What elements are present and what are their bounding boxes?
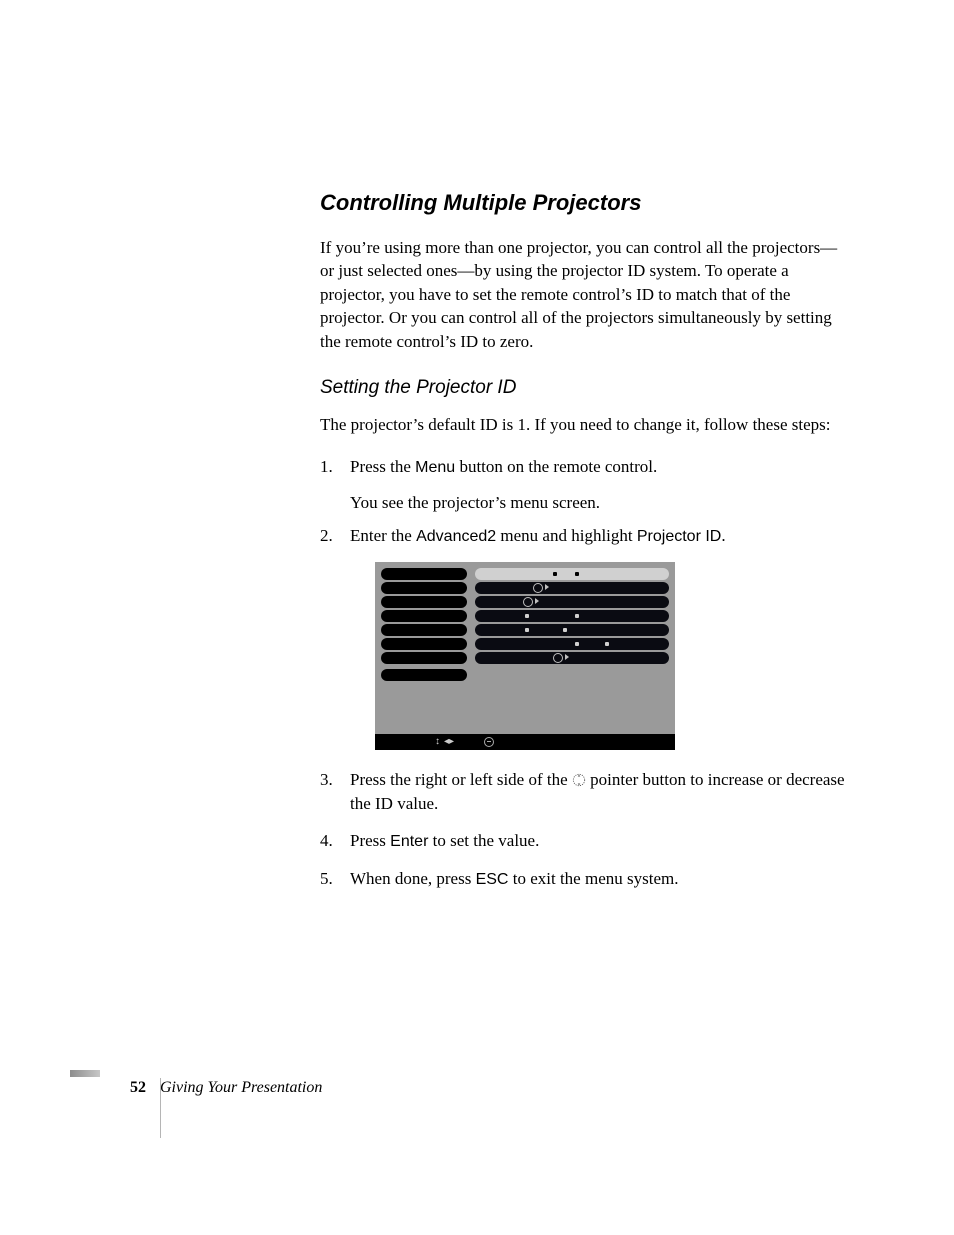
slider-dot-icon	[575, 642, 579, 646]
step-body: Press the right or left side of the poin…	[350, 768, 850, 815]
arrow-right-icon	[535, 598, 539, 604]
section-heading: Controlling Multiple Projectors	[320, 190, 850, 216]
slider-dot-icon	[525, 628, 529, 632]
footer-accent-bar	[70, 1070, 100, 1077]
projector-id-label: Projector ID	[637, 528, 721, 545]
menu-left-column	[381, 568, 467, 734]
pointer-button-icon	[572, 773, 586, 787]
page-content: Controlling Multiple Projectors If you’r…	[320, 190, 850, 895]
slider-dot-icon	[553, 572, 557, 576]
menu-row	[475, 596, 669, 608]
step-text: Press the	[350, 457, 415, 476]
step-text: .	[721, 526, 725, 545]
step-1: 1. Press the Menu button on the remote c…	[320, 455, 850, 479]
arrow-right-icon	[565, 654, 569, 660]
enter-icon	[553, 653, 563, 663]
menu-row	[475, 638, 669, 650]
slider-dot-icon	[575, 614, 579, 618]
chapter-title: Giving Your Presentation	[160, 1079, 322, 1097]
step-text: to set the value.	[428, 831, 539, 850]
menu-left-item	[381, 652, 467, 664]
menu-left-item	[381, 624, 467, 636]
advanced2-label: Advanced2	[416, 528, 496, 545]
step-text: button on the remote control.	[455, 457, 657, 476]
step-number: 1.	[320, 455, 350, 479]
step-number: 2.	[320, 524, 350, 548]
menu-row	[475, 582, 669, 594]
step-text: menu and highlight	[496, 526, 637, 545]
intro-paragraph: If you’re using more than one projector,…	[320, 236, 850, 353]
menu-left-item	[381, 610, 467, 622]
enter-icon	[484, 737, 494, 747]
subintro-paragraph: The projector’s default ID is 1. If you …	[320, 413, 850, 436]
step-number: 5.	[320, 867, 350, 891]
menu-left-item	[381, 638, 467, 650]
menu-bottom-bar: ↕ ◂▸	[375, 734, 675, 750]
menu-left-item	[381, 582, 467, 594]
step-number: 4.	[320, 829, 350, 853]
menu-body	[375, 562, 675, 734]
menu-left-item	[381, 568, 467, 580]
step-text: Press	[350, 831, 390, 850]
menu-right-column	[475, 568, 669, 734]
step-body: Enter the Advanced2 menu and highlight P…	[350, 524, 850, 548]
menu-row-selected	[475, 568, 669, 580]
slider-dot-icon	[605, 642, 609, 646]
step-2: 2. Enter the Advanced2 menu and highligh…	[320, 524, 850, 548]
step-1-subtext: You see the projector’s menu screen.	[350, 491, 850, 514]
page-number: 52	[70, 1079, 146, 1097]
step-body: When done, press ESC to exit the menu sy…	[350, 867, 850, 891]
step-text: Press the right or left side of the	[350, 770, 572, 789]
step-body: Press the Menu button on the remote cont…	[350, 455, 850, 479]
menu-row	[475, 652, 669, 664]
projector-menu-screenshot: ↕ ◂▸	[375, 562, 675, 750]
enter-icon	[523, 597, 533, 607]
subsection-heading: Setting the Projector ID	[320, 377, 850, 399]
step-3: 3. Press the right or left side of the p…	[320, 768, 850, 815]
step-text: to exit the menu system.	[508, 869, 678, 888]
enter-button-label: Enter	[390, 833, 428, 850]
step-4: 4. Press Enter to set the value.	[320, 829, 850, 853]
footer-rule	[160, 1078, 161, 1138]
esc-button-label: ESC	[476, 871, 509, 888]
menu-button-label: Menu	[415, 459, 455, 476]
menu-row	[475, 610, 669, 622]
step-number: 3.	[320, 768, 350, 815]
step-5: 5. When done, press ESC to exit the menu…	[320, 867, 850, 891]
menu-left-item	[381, 669, 467, 681]
step-body: Press Enter to set the value.	[350, 829, 850, 853]
slider-dot-icon	[575, 572, 579, 576]
arrow-right-icon	[545, 584, 549, 590]
up-down-arrow-icon: ↕	[435, 737, 440, 747]
step-text: When done, press	[350, 869, 476, 888]
menu-row	[475, 624, 669, 636]
step-text: Enter the	[350, 526, 416, 545]
left-right-arrow-icon: ◂▸	[444, 737, 454, 747]
nav-arrows-icon: ↕ ◂▸	[435, 737, 454, 747]
page-footer: 52 Giving Your Presentation	[70, 1070, 870, 1097]
enter-icon	[533, 583, 543, 593]
slider-dot-icon	[563, 628, 567, 632]
slider-dot-icon	[525, 614, 529, 618]
menu-left-item	[381, 596, 467, 608]
